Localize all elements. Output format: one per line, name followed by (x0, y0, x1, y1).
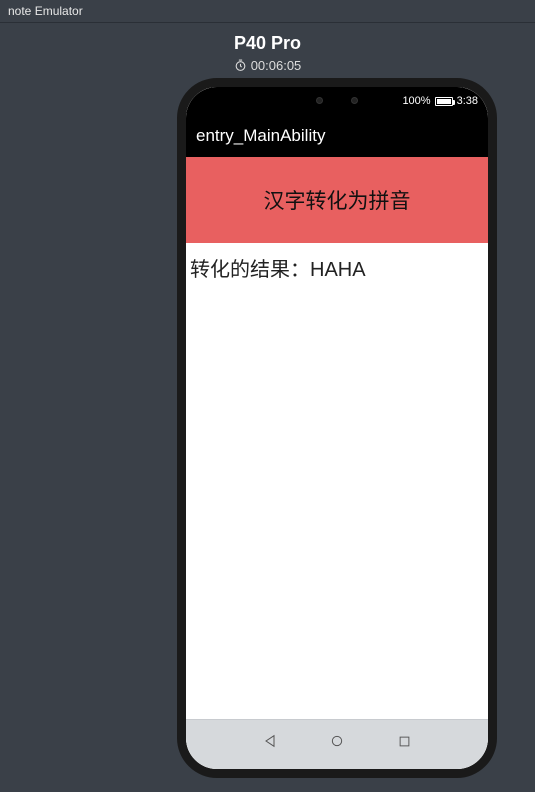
app-title-bar: entry_MainAbility (186, 115, 488, 157)
result-text: 转化的结果：HAHA (186, 243, 488, 292)
nav-recent-button[interactable] (384, 725, 424, 757)
phone-side-button-volume[interactable] (488, 317, 491, 349)
phone-screen: 5G 100% 3:38 entry_MainAbility 汉字转化为拼音 转… (186, 87, 488, 769)
stopwatch-icon (234, 59, 247, 72)
camera-dot (351, 97, 358, 104)
session-timer: 00:06:05 (0, 58, 535, 73)
device-header: P40 Pro 00:06:05 (0, 23, 535, 73)
nav-back-button[interactable] (250, 725, 290, 757)
phone-side-button-power[interactable] (488, 372, 491, 427)
phone-notch (277, 90, 397, 110)
timer-value: 00:06:05 (251, 58, 302, 73)
window-title: note Emulator (0, 0, 535, 23)
device-name-label: P40 Pro (0, 33, 535, 54)
app-content-area (186, 292, 488, 719)
system-nav-bar (186, 719, 488, 769)
battery-icon (435, 97, 453, 106)
clock-time: 3:38 (457, 95, 478, 107)
battery-percentage: 100% (402, 95, 430, 107)
nav-home-button[interactable] (317, 725, 357, 757)
result-prefix: 转化的结果： (190, 259, 310, 281)
convert-button[interactable]: 汉字转化为拼音 (186, 157, 488, 243)
result-value: HAHA (310, 259, 366, 281)
phone-frame: 5G 100% 3:38 entry_MainAbility 汉字转化为拼音 转… (177, 78, 497, 778)
camera-dot (316, 97, 323, 104)
